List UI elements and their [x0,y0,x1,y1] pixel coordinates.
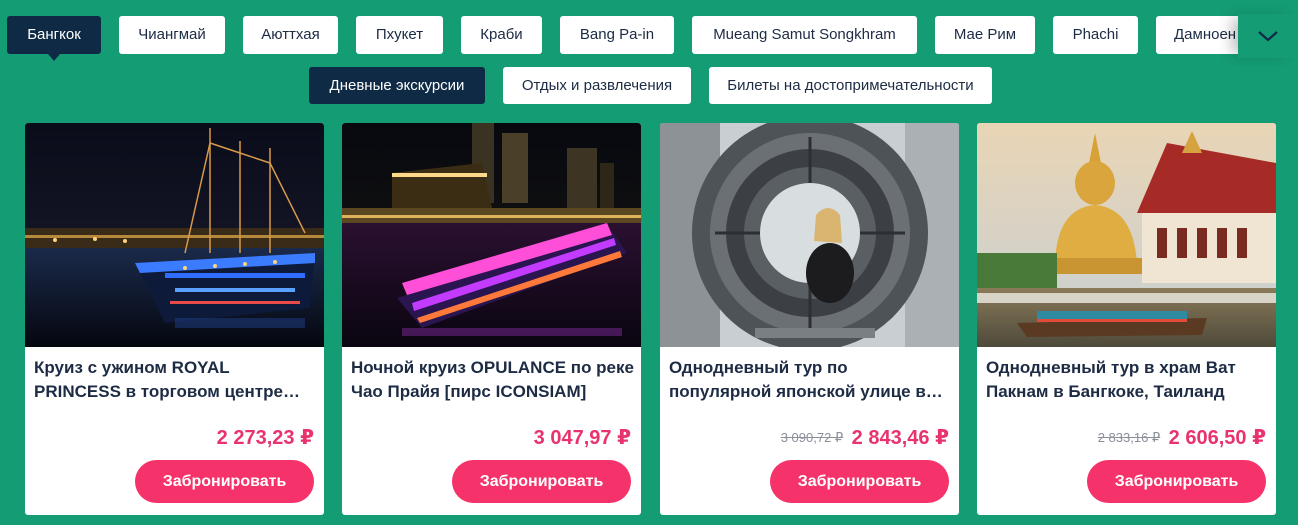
tour-title[interactable]: Ночной круиз OPULANCE по реке Чао Прайя … [351,356,635,404]
tour-image-japanese-street[interactable] [660,123,959,347]
book-button[interactable]: Забронировать [135,460,314,503]
city-tab-bang-pa-in[interactable]: Bang Pa-in [560,16,674,54]
tour-card[interactable]: Ночной круиз OPULANCE по реке Чао Прайя … [342,123,641,515]
tour-old-price: 3 090,72 ₽ [780,430,844,445]
city-tab-bangkok[interactable]: Бангкок [7,16,101,61]
chevron-down-icon [1258,31,1278,42]
book-button[interactable]: Забронировать [452,460,631,503]
tour-card[interactable]: Однодневный тур в храм Ват Пакнам в Банг… [977,123,1276,515]
category-tab-attraction-tickets[interactable]: Билеты на достопримечательности [709,67,992,104]
tour-price: 3 047,97 ₽ [533,427,631,449]
city-tab-ayutthaya[interactable]: Аюттхая [243,16,338,54]
tour-price: 2 843,46 ₽ [851,427,949,449]
city-tab-mueang-samut-songkhram[interactable]: Mueang Samut Songkhram [692,16,917,54]
price-row: 3 090,72 ₽ 2 843,46 ₽ [781,425,949,450]
category-tab-day-tours[interactable]: Дневные экскурсии [309,67,485,104]
book-button[interactable]: Забронировать [770,460,949,503]
tour-image-opulance-cruise[interactable] [342,123,641,347]
tour-title[interactable]: Однодневный тур по популярной японской у… [669,356,953,404]
tour-image-wat-paknam[interactable] [977,123,1276,347]
category-tab-leisure[interactable]: Отдых и развлечения [503,67,691,104]
tour-title[interactable]: Однодневный тур в храм Ват Пакнам в Банг… [986,356,1270,404]
price-row: 3 047,97 ₽ [534,425,631,450]
price-row: 2 833,16 ₽ 2 606,50 ₽ [1098,425,1266,450]
expand-cities-button[interactable] [1238,14,1298,58]
city-tab-mae-rim[interactable]: Мае Рим [935,16,1035,54]
city-tabs: Бангкок Чиангмай Аюттхая Пхукет Краби Ba… [0,0,1298,66]
city-tab-phachi[interactable]: Phachi [1053,16,1138,54]
tour-image-royal-princess-cruise[interactable] [25,123,324,347]
city-tab-phuket[interactable]: Пхукет [356,16,443,54]
city-tab-krabi[interactable]: Краби [461,16,542,54]
tour-card[interactable]: Круиз с ужином ROYAL PRINCESS в торговом… [25,123,324,515]
tour-old-price: 2 833,16 ₽ [1097,430,1161,445]
city-tab-chiangmai[interactable]: Чиангмай [119,16,225,54]
tour-card[interactable]: Однодневный тур по популярной японской у… [660,123,959,515]
tour-price: 2 273,23 ₽ [216,427,314,449]
tour-title[interactable]: Круиз с ужином ROYAL PRINCESS в торговом… [34,356,318,404]
price-row: 2 273,23 ₽ [217,425,314,450]
book-button[interactable]: Забронировать [1087,460,1266,503]
tour-price: 2 606,50 ₽ [1168,427,1266,449]
